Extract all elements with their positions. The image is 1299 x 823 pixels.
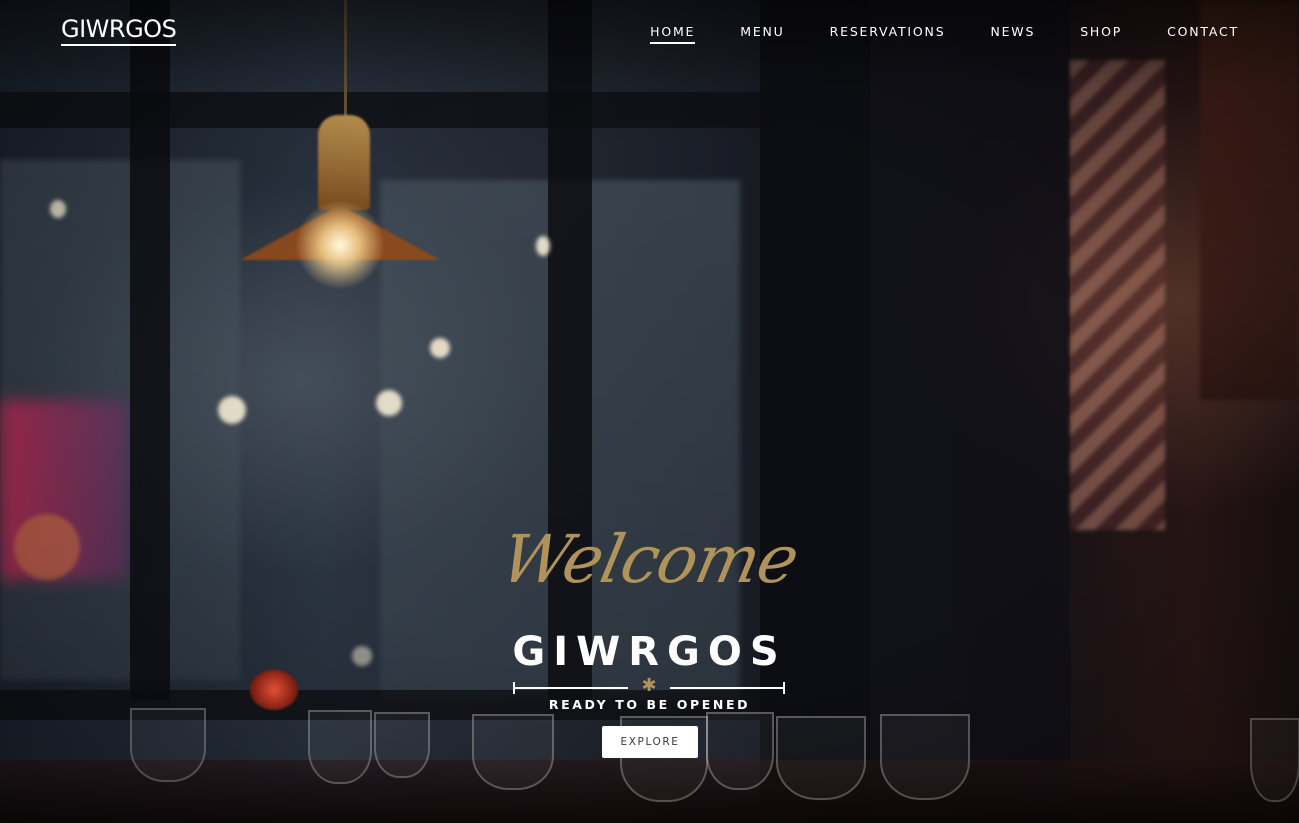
bg-wine-glass (880, 714, 970, 800)
bg-lamp-top (318, 115, 370, 210)
bg-bokeh (376, 390, 402, 416)
bg-bokeh (430, 338, 450, 358)
header-shade (0, 0, 1299, 90)
bg-wine-glass (308, 710, 372, 784)
bg-chevron-panel (1070, 60, 1165, 530)
bg-bokeh (218, 396, 246, 424)
hero-tagline: READY TO BE OPENED (548, 697, 751, 712)
bg-wine-glass (130, 708, 206, 782)
nav-item-contact[interactable]: CONTACT (1167, 24, 1239, 44)
bg-wine-glass (374, 712, 430, 778)
ornament-divider: ✱ (513, 676, 785, 696)
nav-item-menu[interactable]: MENU (740, 24, 784, 44)
main-nav: HOME MENU RESERVATIONS NEWS SHOP CONTACT (605, 24, 1239, 44)
nav-item-shop[interactable]: SHOP (1080, 24, 1122, 44)
bg-window-frame (0, 92, 780, 128)
bg-bokeh (536, 236, 550, 256)
bg-wine-glass (776, 716, 866, 800)
bg-wine-glass (706, 712, 774, 790)
hero-section: GIWRGOS HOME MENU RESERVATIONS NEWS SHOP… (0, 0, 1299, 823)
bg-bokeh (50, 200, 66, 218)
bg-wine-glass (1250, 718, 1299, 802)
explore-button[interactable]: EXPLORE (602, 726, 698, 758)
site-logo[interactable]: GIWRGOS (61, 16, 177, 46)
bg-lamp-glow (295, 200, 385, 290)
divider-line-left (513, 687, 628, 689)
nav-item-news[interactable]: NEWS (990, 24, 1035, 44)
hero-title: GIWRGOS (512, 629, 787, 675)
asterisk-ornament-icon: ✱ (641, 675, 657, 696)
divider-end (783, 682, 785, 694)
divider-line-right (670, 687, 785, 689)
welcome-script-heading: Welcome (494, 521, 805, 598)
nav-item-home[interactable]: HOME (650, 24, 696, 44)
bg-wine-glass (472, 714, 554, 790)
nav-item-reservations[interactable]: RESERVATIONS (830, 24, 946, 44)
